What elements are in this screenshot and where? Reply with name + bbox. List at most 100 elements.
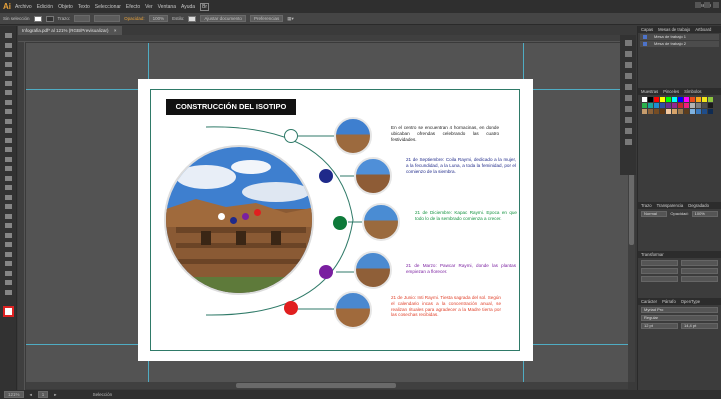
- swatch-chip[interactable]: [684, 109, 689, 114]
- x-field[interactable]: [641, 260, 678, 266]
- artboard-number-field[interactable]: 1: [37, 391, 49, 398]
- document-tab[interactable]: Infografia.pdf* al 121% (RGB/Previsualiz…: [18, 26, 122, 35]
- shear-field[interactable]: [681, 276, 718, 282]
- maximize-button[interactable]: [704, 2, 710, 8]
- shape-builder-tool-icon[interactable]: [4, 184, 13, 191]
- scrollbar-thumb[interactable]: [236, 383, 396, 388]
- slice-tool-icon[interactable]: [4, 270, 13, 277]
- eraser-tool-icon[interactable]: [4, 137, 13, 144]
- tab-gradient[interactable]: Degradado: [688, 202, 709, 209]
- layer-row[interactable]: Mesa de trabajo 1: [640, 34, 719, 40]
- swatch-chip[interactable]: [702, 103, 707, 108]
- menu-edicion[interactable]: Edición: [37, 4, 53, 10]
- swatch-chip[interactable]: [654, 97, 659, 102]
- mesh-tool-icon[interactable]: [4, 203, 13, 210]
- type-tool-icon[interactable]: [4, 80, 13, 87]
- tab-artboards[interactable]: Mesas de trabajo: [658, 26, 690, 33]
- swatch-chip[interactable]: [696, 97, 701, 102]
- document-setup-button[interactable]: Ajustar documento: [200, 15, 246, 22]
- tab-transparency[interactable]: Transparencia: [657, 202, 684, 209]
- opacity-field[interactable]: 100%: [148, 15, 169, 22]
- pen-tool-icon[interactable]: [4, 70, 13, 77]
- font-size-field[interactable]: 12 pt: [641, 323, 678, 329]
- artboard[interactable]: CONSTRUCCIÓN DEL ISOTIPO En el centro se…: [138, 79, 533, 361]
- tab-stroke[interactable]: Trazo: [641, 202, 652, 209]
- tab-character[interactable]: Carácter: [641, 298, 657, 305]
- font-style-select[interactable]: Regular: [641, 315, 718, 321]
- swatch-chip[interactable]: [666, 103, 671, 108]
- menu-objeto[interactable]: Objeto: [58, 4, 73, 10]
- hand-tool-icon[interactable]: [4, 279, 13, 286]
- zoom-field[interactable]: 121%: [4, 391, 24, 398]
- swatch-chip[interactable]: [660, 109, 665, 114]
- swatch-chip[interactable]: [696, 109, 701, 114]
- direct-selection-tool-icon[interactable]: [4, 42, 13, 49]
- swatch-chip[interactable]: [672, 103, 677, 108]
- swatch-chip[interactable]: [642, 109, 647, 114]
- close-tab-icon[interactable]: ×: [114, 28, 117, 33]
- appearance-icon[interactable]: [624, 95, 632, 101]
- swatch-chip[interactable]: [642, 103, 647, 108]
- horizontal-scrollbar[interactable]: [26, 382, 628, 389]
- prev-artboard-icon[interactable]: ◂: [30, 392, 32, 398]
- menu-archivo[interactable]: Archivo: [15, 4, 32, 10]
- arrange-icon[interactable]: ▦▾: [287, 16, 294, 22]
- swatch-chip[interactable]: [708, 103, 713, 108]
- swatch-chip[interactable]: [678, 97, 683, 102]
- swatch-chip[interactable]: [654, 109, 659, 114]
- symbols-panel-icon[interactable]: [624, 73, 632, 79]
- swatch-chip[interactable]: [708, 97, 713, 102]
- color-panel-icon[interactable]: [624, 40, 632, 46]
- style-swatch[interactable]: [188, 15, 197, 22]
- canvas[interactable]: CONSTRUCCIÓN DEL ISOTIPO En el centro se…: [26, 43, 628, 389]
- pathfinder-icon[interactable]: [624, 117, 632, 123]
- rectangle-tool-icon[interactable]: [4, 99, 13, 106]
- pencil-tool-icon[interactable]: [4, 118, 13, 125]
- menu-ayuda[interactable]: Ayuda: [181, 4, 195, 10]
- tab-artboard[interactable]: Artboard: [695, 26, 711, 33]
- swatch-chip[interactable]: [678, 109, 683, 114]
- bridge-icon[interactable]: Br: [200, 2, 210, 11]
- blob-brush-tool-icon[interactable]: [4, 127, 13, 134]
- tab-transform[interactable]: Transformar: [641, 251, 664, 258]
- line-tool-icon[interactable]: [4, 89, 13, 96]
- swatch-chip[interactable]: [660, 103, 665, 108]
- gradient-tool-icon[interactable]: [4, 213, 13, 220]
- swatch-chip[interactable]: [660, 97, 665, 102]
- perspective-tool-icon[interactable]: [4, 194, 13, 201]
- font-family-select[interactable]: Myriad Pro: [641, 307, 718, 313]
- fill-swatch[interactable]: [33, 15, 42, 22]
- tab-symbols[interactable]: Símbolos: [684, 88, 701, 95]
- swatch-chip[interactable]: [648, 97, 653, 102]
- swatch-chip[interactable]: [648, 103, 653, 108]
- paintbrush-tool-icon[interactable]: [4, 108, 13, 115]
- lasso-tool-icon[interactable]: [4, 61, 13, 68]
- symbol-sprayer-tool-icon[interactable]: [4, 241, 13, 248]
- y-field[interactable]: [641, 268, 678, 274]
- tab-layers[interactable]: Capas: [641, 26, 653, 33]
- swatch-chip[interactable]: [708, 109, 713, 114]
- w-field[interactable]: [681, 260, 718, 266]
- rotate-field[interactable]: [641, 276, 678, 282]
- stroke-weight-field[interactable]: [74, 15, 91, 22]
- layer-row[interactable]: Mesa de trabajo 2: [640, 41, 719, 47]
- artboard-tool-icon[interactable]: [4, 260, 13, 267]
- tab-opentype[interactable]: OpenType: [681, 298, 700, 305]
- tab-swatches[interactable]: Muestras: [641, 88, 658, 95]
- close-button[interactable]: [713, 2, 719, 8]
- swatch-chip[interactable]: [702, 97, 707, 102]
- swatch-chip[interactable]: [672, 97, 677, 102]
- swatch-chip[interactable]: [702, 109, 707, 114]
- blend-tool-icon[interactable]: [4, 232, 13, 239]
- swatch-chip[interactable]: [696, 103, 701, 108]
- eyedropper-tool-icon[interactable]: [4, 222, 13, 229]
- align-icon[interactable]: [624, 106, 632, 112]
- tab-paragraph[interactable]: Párrafo: [662, 298, 676, 305]
- brushes-panel-icon[interactable]: [624, 62, 632, 68]
- swatch-chip[interactable]: [684, 97, 689, 102]
- selection-tool-icon[interactable]: [4, 32, 13, 39]
- swatch-chip[interactable]: [642, 97, 647, 102]
- free-transform-tool-icon[interactable]: [4, 175, 13, 182]
- minimize-button[interactable]: [695, 2, 701, 8]
- swatch-chip[interactable]: [672, 109, 677, 114]
